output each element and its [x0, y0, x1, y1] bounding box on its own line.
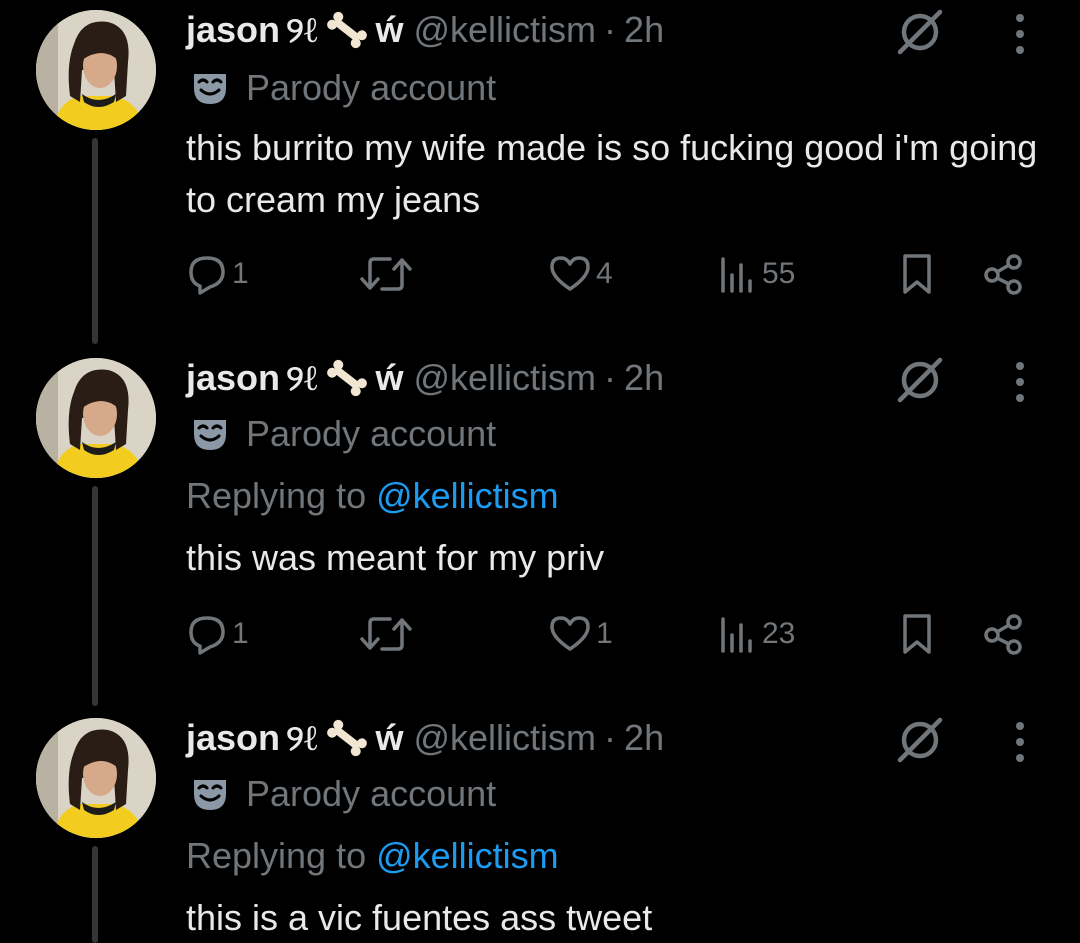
tweet-2[interactable]: jason ୨ℓ ẃ @kellictism · 2h Parody accou…: [0, 348, 1080, 706]
theater-mask-icon: [194, 780, 226, 810]
retweet-icon: [360, 257, 412, 291]
bookmark-icon: [903, 254, 931, 294]
parody-label: Parody account: [190, 66, 496, 110]
bookmark-button[interactable]: [900, 250, 934, 298]
grok-icon[interactable]: [894, 6, 946, 58]
handle[interactable]: @kellictism: [413, 8, 596, 52]
display-name[interactable]: jason: [186, 716, 280, 760]
like-count: 1: [596, 617, 613, 650]
avatar[interactable]: [36, 10, 156, 130]
name-glyph-w: ẃ: [375, 357, 404, 398]
parody-text: Parody account: [246, 413, 497, 454]
timestamp[interactable]: 2h: [624, 356, 664, 400]
more-icon[interactable]: [1008, 720, 1032, 764]
more-icon[interactable]: [1008, 360, 1032, 404]
tweet-text: this burrito my wife made is so fucking …: [186, 127, 1038, 220]
retweet-button[interactable]: [358, 250, 418, 298]
replying-prefix: Replying to: [186, 475, 377, 516]
theater-mask-icon: [194, 74, 226, 104]
display-name[interactable]: jason: [186, 8, 280, 52]
bookmark-button[interactable]: [900, 610, 934, 658]
avatar-image: [36, 358, 156, 478]
reply-button[interactable]: 1: [186, 610, 249, 658]
thread: jason ୨ℓ ẃ @kellictism · 2h Parody accou…: [0, 0, 1080, 943]
tweet-header: jason ୨ℓ ẃ @kellictism · 2h: [186, 716, 664, 760]
views-button[interactable]: 23: [718, 610, 795, 658]
handle[interactable]: @kellictism: [413, 716, 596, 760]
share-icon: [984, 614, 1022, 655]
tweet-header: jason ୨ℓ ẃ @kellictism · 2h: [186, 356, 664, 400]
replying-to: Replying to @kellictism: [186, 834, 559, 878]
bone-icon: [327, 359, 368, 397]
handle[interactable]: @kellictism: [413, 356, 596, 400]
parody-text: Parody account: [246, 773, 497, 814]
view-count: 55: [762, 257, 796, 290]
avatar[interactable]: [36, 358, 156, 478]
bone-icon: [327, 719, 368, 757]
reply-count: 1: [232, 617, 249, 650]
reply-icon: [189, 256, 225, 295]
share-button[interactable]: [982, 610, 1024, 658]
views-icon: [721, 617, 752, 653]
theater-mask-icon: [194, 420, 226, 450]
name-glyph: ୨ℓ: [286, 357, 318, 399]
retweet-icon: [360, 617, 412, 651]
tweet-header: jason ୨ℓ ẃ @kellictism · 2h: [186, 8, 664, 52]
action-bar: 1 1 23: [186, 610, 1036, 658]
reply-count: 1: [232, 257, 249, 290]
tweet-text: this is a vic fuentes ass tweet: [186, 897, 653, 938]
view-count: 23: [762, 617, 796, 650]
like-button[interactable]: 1: [548, 610, 613, 658]
avatar[interactable]: [36, 718, 156, 838]
reply-icon: [189, 616, 225, 655]
grok-icon[interactable]: [894, 714, 946, 766]
share-icon: [984, 254, 1022, 295]
name-glyph: ୨ℓ: [286, 717, 318, 759]
heart-icon: [550, 616, 590, 651]
avatar-image: [36, 718, 156, 838]
replying-handle-link[interactable]: @kellictism: [376, 475, 559, 516]
replying-prefix: Replying to: [186, 835, 377, 876]
like-button[interactable]: 4: [548, 250, 613, 298]
tweet-1[interactable]: jason ୨ℓ ẃ @kellictism · 2h Parody accou…: [0, 0, 1080, 344]
timestamp[interactable]: 2h: [624, 716, 664, 760]
name-glyph-w: ẃ: [375, 717, 404, 758]
display-name[interactable]: jason: [186, 356, 280, 400]
action-bar: 1 4 55: [186, 250, 1036, 298]
grok-icon[interactable]: [894, 354, 946, 406]
replying-handle-link[interactable]: @kellictism: [376, 835, 559, 876]
thread-connector: [92, 486, 98, 706]
thread-connector: [92, 138, 98, 344]
bone-icon: [327, 11, 368, 49]
reply-button[interactable]: 1: [186, 250, 249, 298]
tweet-3[interactable]: jason ୨ℓ ẃ @kellictism · 2h Parody accou…: [0, 708, 1080, 943]
bookmark-icon: [903, 614, 931, 654]
replying-to: Replying to @kellictism: [186, 474, 559, 518]
share-button[interactable]: [982, 250, 1024, 298]
timestamp[interactable]: 2h: [624, 8, 664, 52]
avatar-image: [36, 10, 156, 130]
parody-label: Parody account: [190, 412, 496, 456]
retweet-button[interactable]: [358, 610, 418, 658]
name-glyph: ୨ℓ: [286, 9, 318, 51]
more-icon[interactable]: [1008, 12, 1032, 56]
parody-label: Parody account: [190, 772, 496, 816]
name-glyph-w: ẃ: [375, 9, 404, 50]
separator: ·: [604, 357, 617, 398]
tweet-text: this was meant for my priv: [186, 537, 605, 578]
separator: ·: [604, 9, 617, 50]
heart-icon: [550, 256, 590, 291]
views-button[interactable]: 55: [718, 250, 795, 298]
like-count: 4: [596, 257, 613, 290]
views-icon: [721, 257, 752, 293]
parody-text: Parody account: [246, 67, 497, 108]
thread-connector: [92, 846, 98, 943]
separator: ·: [604, 717, 617, 758]
